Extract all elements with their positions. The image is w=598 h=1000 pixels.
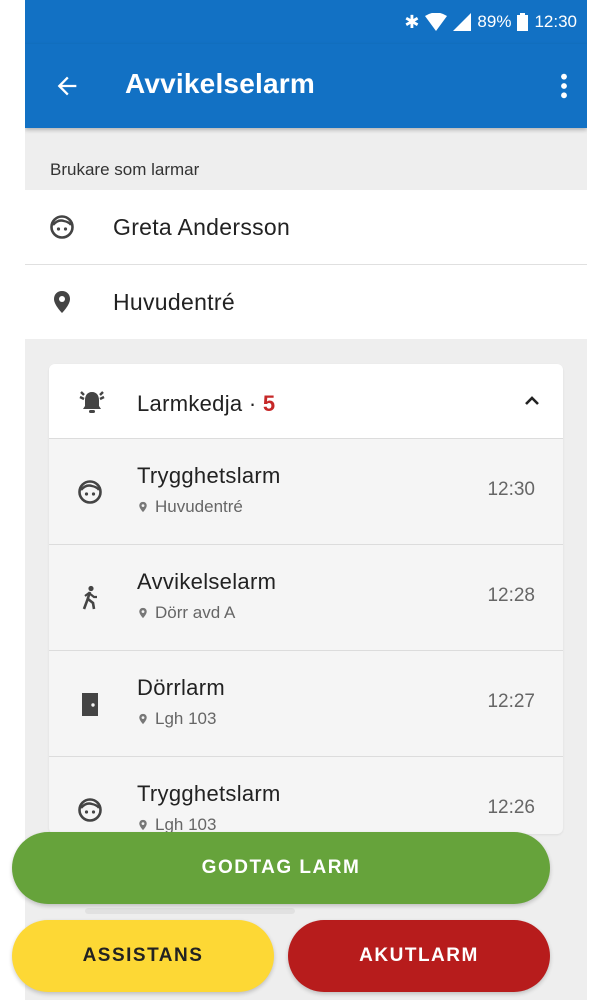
emergency-alarm-button[interactable]: AKUTLARM	[288, 920, 550, 992]
page-title: Avvikelselarm	[125, 68, 315, 99]
alarm-chain-header[interactable]: Larmkedja · 5	[49, 364, 563, 438]
alarm-count-badge: 5	[262, 391, 276, 416]
bluetooth-icon: ✱	[404, 11, 420, 32]
location-pin-icon	[139, 501, 147, 513]
alarm-location-text: Dörr avd A	[155, 603, 236, 622]
alarm-location-text: Huvudentré	[155, 497, 243, 516]
alarm-location: Huvudentré	[137, 497, 243, 517]
wifi-icon	[425, 13, 448, 31]
alarm-chain-label: Larmkedja · 5	[137, 391, 275, 417]
alarm-list-item[interactable]: Trygghetslarm Lgh 103 12:26	[49, 757, 563, 834]
signal-icon	[453, 13, 472, 31]
alarm-time: 12:28	[487, 585, 535, 606]
alarm-time: 12:26	[487, 797, 535, 818]
resident-location: Huvudentré	[113, 289, 235, 315]
location-pin-icon	[139, 819, 147, 831]
more-vert-icon[interactable]	[559, 72, 569, 100]
alarm-location: Lgh 103	[137, 709, 216, 729]
app-bar: Avvikelselarm	[25, 44, 587, 128]
face-icon	[50, 215, 74, 239]
alarm-location: Dörr avd A	[137, 603, 235, 623]
battery-percent: 89%	[477, 12, 512, 31]
alarm-type: Trygghetslarm	[137, 781, 281, 806]
face-icon	[78, 798, 102, 822]
alarm-chain-card: Larmkedja · 5 Trygghetslarm Huvudentré 1…	[49, 364, 563, 834]
walking-person-icon	[82, 585, 97, 610]
alarm-chain-title: Larmkedja ·	[137, 391, 263, 416]
location-pin-icon	[139, 713, 147, 725]
location-pin-icon	[139, 607, 147, 619]
alarm-list-item[interactable]: Avvikelselarm Dörr avd A 12:28	[49, 545, 563, 650]
section-label: Brukare som larmar	[50, 160, 200, 179]
assistance-button[interactable]: ASSISTANS	[12, 920, 274, 992]
bell-ringing-icon	[79, 391, 105, 413]
resident-name: Greta Andersson	[113, 214, 291, 240]
alarm-type: Trygghetslarm	[137, 463, 281, 488]
alarm-location-text: Lgh 103	[155, 709, 217, 728]
scroll-hint	[85, 908, 295, 914]
alarm-time: 12:27	[487, 691, 535, 712]
status-bar: ✱ 89% 12:30	[25, 0, 587, 44]
alarm-time: 12:30	[487, 479, 535, 500]
chevron-up-icon[interactable]	[523, 392, 541, 410]
face-icon	[78, 480, 102, 504]
resident-name-row: Greta Andersson	[25, 190, 587, 264]
alarm-type: Dörrlarm	[137, 675, 225, 700]
accept-alarm-button[interactable]: GODTAG LARM	[12, 832, 550, 904]
alarm-type: Avvikelselarm	[137, 569, 277, 594]
alarm-list-item[interactable]: Dörrlarm Lgh 103 12:27	[49, 651, 563, 756]
battery-icon	[517, 13, 529, 31]
clock: 12:30	[534, 12, 577, 31]
door-icon	[82, 693, 98, 716]
alarm-list-item[interactable]: Trygghetslarm Huvudentré 12:30	[49, 439, 563, 544]
arrow-back-icon[interactable]	[53, 72, 81, 100]
resident-location-row: Huvudentré	[25, 265, 587, 339]
location-pin-icon	[54, 291, 70, 313]
